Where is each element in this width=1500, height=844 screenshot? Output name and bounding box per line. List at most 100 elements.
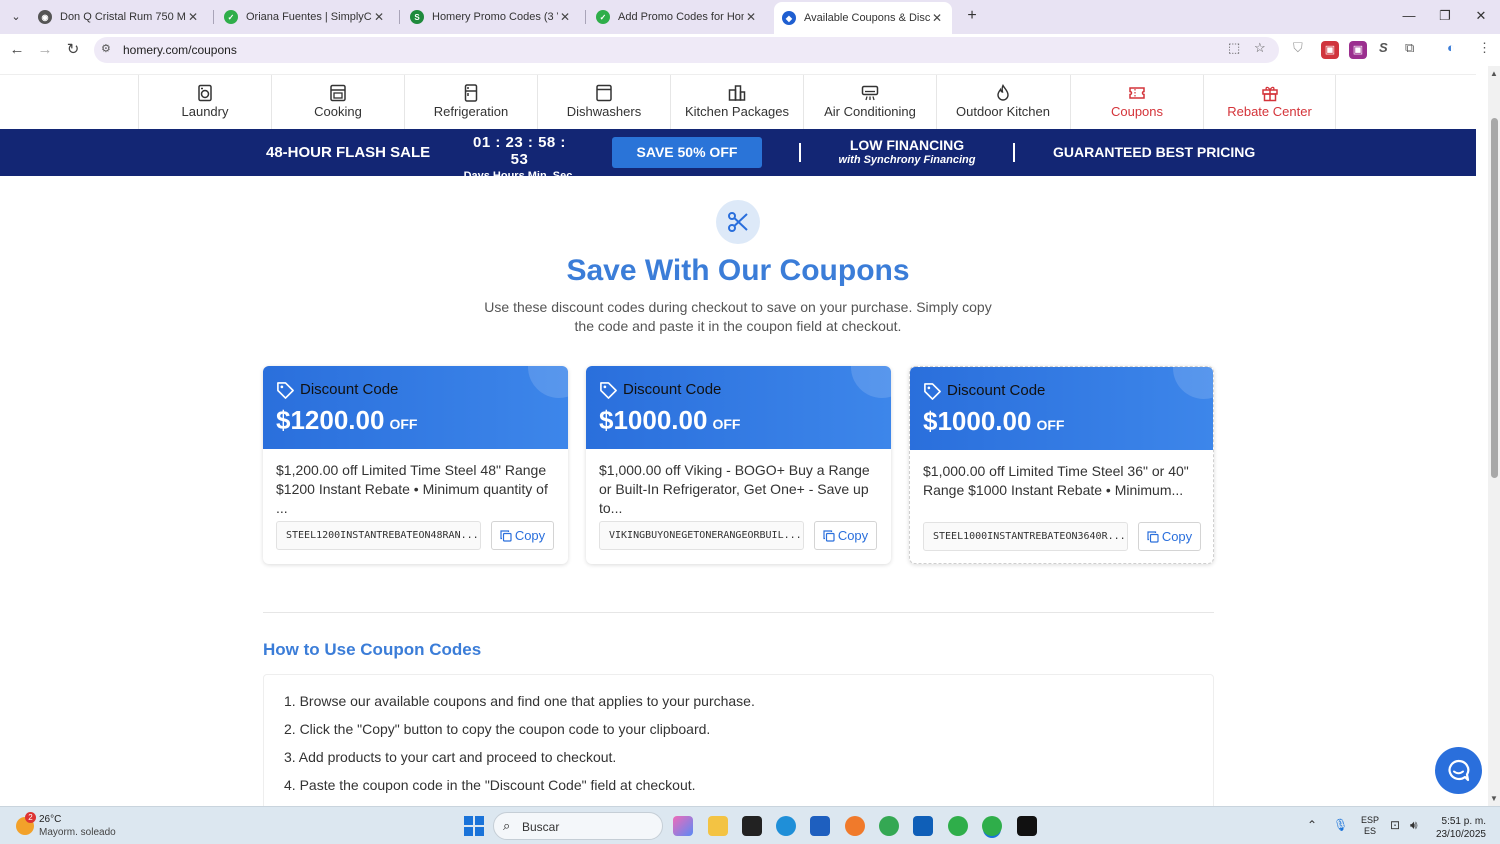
sticky-notes-icon[interactable] xyxy=(742,816,762,836)
chevron-up-icon[interactable]: ⌃ xyxy=(1307,818,1317,832)
category-kitchen-packages[interactable]: Kitchen Packages xyxy=(670,75,803,130)
scrollbar-thumb[interactable] xyxy=(1491,118,1498,478)
category-outdoor-kitchen[interactable]: Outdoor Kitchen xyxy=(936,75,1069,130)
firefox-icon[interactable] xyxy=(845,816,865,836)
coupon-code[interactable]: VIKINGBUYONEGETONERANGEORBUIL... xyxy=(599,521,804,550)
coupon-off-label: OFF xyxy=(389,416,418,432)
chrome-profile-icon[interactable] xyxy=(948,816,968,836)
shield-extension-icon[interactable]: ⛉ xyxy=(1293,40,1303,56)
tab-oriana[interactable]: ✓ Oriana Fuentes | SimplyCodes.c ✕ xyxy=(216,4,394,30)
coupon-code[interactable]: STEEL1000INSTANTREBATEON3640R... xyxy=(923,522,1128,551)
translate-icon[interactable]: ⬚ xyxy=(1228,40,1240,56)
tab-available-coupons[interactable]: ◆ Available Coupons & Discounts ✕ xyxy=(774,2,952,34)
outlook-icon[interactable] xyxy=(913,816,933,836)
bookmark-star-icon[interactable]: ☆ xyxy=(1254,40,1266,56)
tab-title: Homery Promo Codes (3 Verifie xyxy=(432,11,558,23)
category-label: Rebate Center xyxy=(1227,104,1312,119)
close-icon[interactable]: ✕ xyxy=(930,11,944,25)
audio-app-icon[interactable] xyxy=(1017,816,1037,836)
howto-step: 2. Click the "Copy" button to copy the c… xyxy=(284,721,711,737)
scroll-up-arrow-icon[interactable]: ▲ xyxy=(1490,69,1498,78)
chat-button[interactable] xyxy=(1435,747,1482,794)
scroll-down-arrow-icon[interactable]: ▼ xyxy=(1490,794,1498,803)
close-icon[interactable]: ✕ xyxy=(744,10,758,24)
page-scrollbar[interactable]: ▲ ▼ xyxy=(1488,66,1500,806)
tag-icon xyxy=(277,382,294,399)
tab-add-promo[interactable]: ✓ Add Promo Codes for Homery ✕ xyxy=(588,4,766,30)
category-dishwashers[interactable]: Dishwashers xyxy=(537,75,670,130)
coupon-code[interactable]: STEEL1200INSTANTREBATEON48RAN... xyxy=(276,521,481,550)
network-icon[interactable]: ⊡ xyxy=(1390,818,1400,832)
homery-icon: ◆ xyxy=(782,11,796,25)
system-clock[interactable]: 5:51 p. m. 23/10/2025 xyxy=(1434,815,1486,841)
restore-icon[interactable]: ❐ xyxy=(1435,6,1455,26)
financing-block[interactable]: LOW FINANCING with Synchrony Financing xyxy=(830,137,984,166)
reload-button[interactable]: ↻ xyxy=(62,39,84,61)
copilot-icon[interactable] xyxy=(673,816,693,836)
category-label: Coupons xyxy=(1110,104,1164,119)
copy-button[interactable]: Copy xyxy=(1138,522,1201,551)
category-coupons[interactable]: Coupons xyxy=(1070,75,1203,130)
chrome-active-icon[interactable] xyxy=(982,816,1002,836)
weather-description[interactable]: Mayorm. soleado xyxy=(39,827,116,838)
back-button[interactable]: ← xyxy=(6,39,28,61)
window-close-icon[interactable]: ✕ xyxy=(1471,6,1491,26)
category-nav: Laundry Cooking Refrigeration Dishwasher… xyxy=(0,74,1476,130)
address-bar[interactable]: ⚙ homery.com/coupons xyxy=(94,37,1279,63)
ticket-icon xyxy=(1129,87,1145,99)
keyboard-layout: ES xyxy=(1364,826,1377,836)
puzzle-extensions-icon[interactable]: ⧉ xyxy=(1405,40,1414,56)
microphone-icon[interactable]: 🎙︎ xyxy=(1333,818,1348,832)
tag-icon xyxy=(924,383,941,400)
financing-subtitle: with Synchrony Financing xyxy=(838,154,976,166)
copy-button[interactable]: Copy xyxy=(814,521,877,550)
taskbar-search[interactable]: ⌕ Buscar xyxy=(493,812,663,840)
language-indicator[interactable]: ESP ES xyxy=(1361,815,1379,837)
site-info-icon[interactable]: ⚙ xyxy=(101,42,111,55)
close-icon[interactable]: ✕ xyxy=(558,10,572,24)
menu-kebab-icon[interactable]: ⋮ xyxy=(1478,40,1491,56)
profile-avatar-icon[interactable]: ◐ xyxy=(1447,40,1455,55)
flame-icon xyxy=(997,84,1009,101)
gift-icon xyxy=(1261,86,1278,102)
volume-icon[interactable]: 🔊︎ xyxy=(1410,818,1418,833)
tab-title: Don Q Cristal Rum 750 Ml — U xyxy=(60,11,186,23)
coupon-amount-value: $1000.00 xyxy=(599,405,708,435)
category-air-conditioning[interactable]: Air Conditioning xyxy=(803,75,936,130)
category-rebate-center[interactable]: Rebate Center xyxy=(1203,75,1336,130)
tab-separator xyxy=(585,10,586,24)
coupon-header: Discount Code $1000.00 OFF xyxy=(910,367,1213,450)
simplycodes-icon: ✓ xyxy=(596,10,610,24)
category-label: Air Conditioning xyxy=(824,104,916,119)
edge-icon[interactable] xyxy=(776,816,796,836)
coupon-description: $1,000.00 off Limited Time Steel 36" or … xyxy=(923,463,1189,498)
simplycodes-extension-icon[interactable]: S xyxy=(1379,40,1388,55)
save-50-button[interactable]: SAVE 50% OFF xyxy=(612,137,762,168)
file-explorer-icon[interactable] xyxy=(708,816,728,836)
howto-step: 3. Add products to your cart and proceed… xyxy=(284,749,617,765)
extension-icon[interactable]: ▣ xyxy=(1349,41,1367,59)
extension-icon[interactable]: ▣ xyxy=(1321,41,1339,59)
tab-don-q[interactable]: ◉ Don Q Cristal Rum 750 Ml — U ✕ xyxy=(30,4,208,30)
minimize-icon[interactable]: — xyxy=(1399,6,1419,26)
copy-icon xyxy=(823,530,835,542)
weather-temperature[interactable]: 26°C xyxy=(39,814,61,825)
decorative-circle xyxy=(851,366,891,398)
category-cooking[interactable]: Cooking xyxy=(271,75,404,130)
forward-button[interactable]: → xyxy=(34,39,56,61)
copy-button[interactable]: Copy xyxy=(491,521,554,550)
simplycodes-s-icon: S xyxy=(410,10,424,24)
language-code: ESP xyxy=(1361,815,1380,825)
new-tab-button[interactable]: + xyxy=(962,6,982,26)
category-refrigeration[interactable]: Refrigeration xyxy=(404,75,537,130)
tab-search-button[interactable]: ⌄ xyxy=(6,7,26,27)
close-icon[interactable]: ✕ xyxy=(372,10,386,24)
start-button[interactable] xyxy=(464,816,484,836)
category-label: Dishwashers xyxy=(566,104,642,119)
chrome-icon[interactable] xyxy=(879,816,899,836)
store-icon[interactable] xyxy=(810,816,830,836)
category-laundry[interactable]: Laundry xyxy=(138,75,271,130)
tab-homery-promo[interactable]: S Homery Promo Codes (3 Verifie ✕ xyxy=(402,4,580,30)
url-text[interactable]: homery.com/coupons xyxy=(123,43,237,57)
close-icon[interactable]: ✕ xyxy=(186,10,200,24)
